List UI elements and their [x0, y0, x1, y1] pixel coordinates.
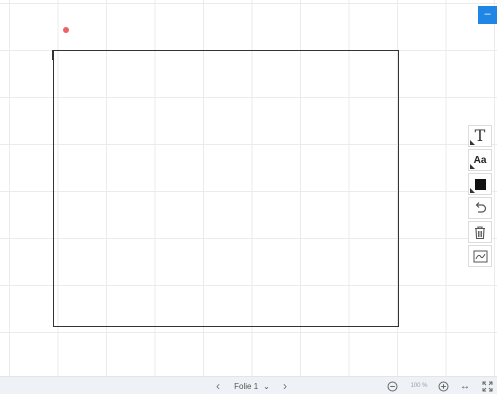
slide-frame-corner-marker [52, 50, 54, 60]
whiteboard-canvas[interactable] [0, 0, 497, 376]
fullscreen-button[interactable] [480, 377, 494, 395]
slide-frame[interactable] [53, 50, 399, 327]
submenu-corner-icon [470, 140, 475, 145]
submenu-corner-icon [470, 188, 475, 193]
text-tool-button[interactable]: T [468, 125, 492, 147]
zoom-in-icon [438, 381, 448, 391]
zoom-out-icon [387, 381, 397, 391]
submenu-corner-icon [470, 164, 475, 169]
presentation-footer: ‹ Folie 1 ⌄ › 100 % ↔ [0, 376, 497, 394]
color-swatch-icon [474, 178, 486, 190]
undo-button[interactable] [468, 197, 492, 219]
chevron-down-icon: ⌄ [263, 381, 270, 391]
delete-button[interactable] [468, 221, 492, 243]
laser-pointer-dot [63, 27, 69, 33]
zoom-in-button[interactable] [436, 377, 450, 395]
zoom-level-text: 100 % [410, 382, 428, 389]
fit-width-icon: ↔ [460, 380, 470, 392]
fit-width-button[interactable]: ↔ [458, 377, 472, 395]
font-size-tool-button[interactable]: Aa [468, 149, 492, 171]
undo-icon [475, 202, 487, 213]
font-size-icon: Aa [473, 154, 487, 166]
minimize-button[interactable]: – [478, 6, 497, 24]
text-tool-icon: T [474, 126, 486, 145]
annotation-toolbar: T Aa [468, 125, 494, 267]
previous-slide-button[interactable]: ‹ [211, 377, 225, 395]
fullscreen-icon [482, 381, 492, 391]
zoom-out-button[interactable] [385, 377, 399, 395]
freehand-draw-button[interactable] [468, 245, 492, 267]
trash-icon [475, 225, 485, 239]
color-tool-button[interactable] [468, 173, 492, 195]
next-slide-button[interactable]: › [278, 377, 292, 395]
slide-selector[interactable]: Folie 1 ⌄ [231, 377, 273, 395]
freehand-drawing-icon [473, 250, 487, 262]
slide-label: Folie 1 [234, 381, 259, 391]
